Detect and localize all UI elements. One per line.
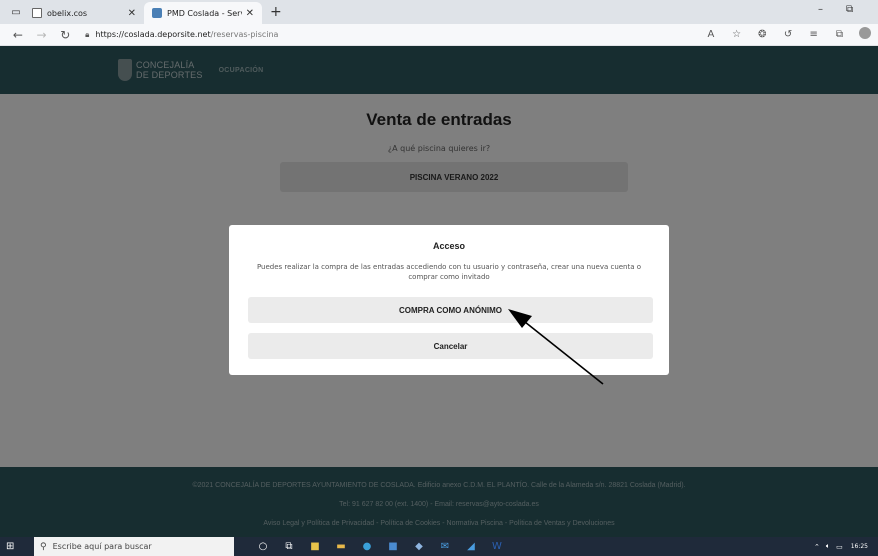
store-icon[interactable]: ■ [302,541,328,552]
file-explorer-icon[interactable]: ▬ [328,541,354,552]
cortana-icon[interactable]: ○ [250,541,276,552]
network-icon[interactable]: ▭ [836,543,843,551]
avatar [859,27,872,39]
system-tray: ⌃ 🔈︎ ▭ 16:25 [814,537,868,556]
app-icon[interactable]: ◆ [406,541,432,552]
extension-icon[interactable]: ❂ [749,29,775,40]
dialog-text: Puedes realizar la compra de las entrada… [256,263,642,281]
cancel-button[interactable]: Cancelar [248,333,653,359]
tab-label: obelix.cos [47,8,88,18]
favorites-icon[interactable]: ≡ [801,29,827,40]
new-tab-icon[interactable]: + [270,4,282,20]
url-path: /reservas-piscina [210,30,279,39]
url-field[interactable]: 🔒︎ https://coslada.deporsite.net /reserv… [85,30,698,40]
volume-icon[interactable]: 🔈︎ [826,542,830,551]
site-favicon-icon [152,8,162,18]
forward-icon[interactable]: → [30,28,54,42]
restore-icon[interactable]: ⧉ [846,4,853,15]
tab-strip: ▭ obelix.cos ✕ PMD Coslada - Servicios O… [0,0,878,24]
access-dialog: Acceso Puedes realizar la compra de las … [229,225,669,375]
tab-label: PMD Coslada - Servicios OnLine [167,8,242,18]
minimize-icon[interactable]: – [818,4,823,15]
address-bar: ← → ↻ 🔒︎ https://coslada.deporsite.net /… [0,24,878,46]
read-aloud-icon[interactable]: A [698,29,724,40]
tab-obelix[interactable]: obelix.cos ✕ [24,2,144,24]
page-icon [32,8,42,18]
chevron-up-icon[interactable]: ⌃ [814,543,820,551]
refresh-icon[interactable]: ↻ [53,28,77,42]
lock-icon[interactable]: 🔒︎ [85,30,89,40]
app-icon[interactable]: ■ [380,541,406,552]
collections-icon[interactable]: ⧉ [827,29,853,40]
refresh-extension-icon[interactable]: ↺ [775,29,801,40]
clock[interactable]: 16:25 [851,543,868,551]
start-icon[interactable]: ⊞ [6,541,24,552]
close-tab-icon[interactable]: ✕ [246,8,254,19]
url-host: https://coslada.deporsite.net [95,30,211,39]
dialog-title: Acceso [432,241,466,251]
workspaces-icon[interactable]: ▭ [8,4,24,20]
edge-icon[interactable]: ● [354,541,380,552]
buy-anonymous-button[interactable]: COMPRA COMO ANÓNIMO [248,297,653,323]
windows-taskbar: ⊞ ⚲ Escribe aquí para buscar ○ ⧉ ■ ▬ ● ■… [0,537,878,556]
favorite-star-icon[interactable]: ☆ [724,29,750,40]
taskbar-search[interactable]: ⚲ Escribe aquí para buscar [34,537,234,556]
search-icon: ⚲ [40,541,47,552]
word-icon[interactable]: W [484,541,510,552]
app-icon[interactable]: ◢ [458,541,484,552]
task-view-icon[interactable]: ⧉ [276,541,302,552]
search-placeholder: Escribe aquí para buscar [52,542,152,551]
mail-icon[interactable]: ✉ [432,541,458,552]
tab-pmd-coslada[interactable]: PMD Coslada - Servicios OnLine ✕ [144,2,262,24]
close-tab-icon[interactable]: ✕ [128,8,136,19]
profile-icon[interactable] [852,27,878,42]
back-icon[interactable]: ← [6,28,30,42]
